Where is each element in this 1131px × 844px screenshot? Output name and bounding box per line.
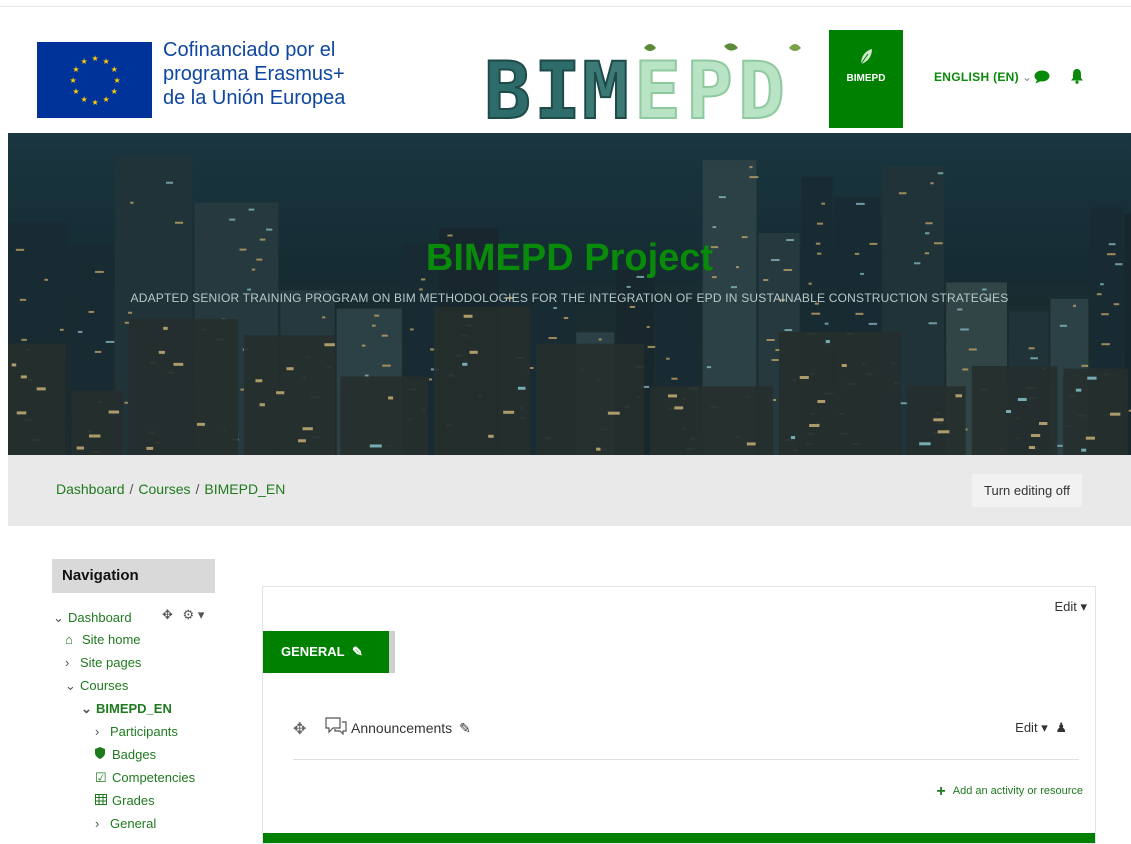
- nav-item-badges[interactable]: Badges: [95, 747, 156, 762]
- svg-text:★: ★: [103, 57, 110, 66]
- svg-text:B: B: [484, 47, 531, 124]
- svg-text:★: ★: [81, 57, 88, 66]
- bell-icon[interactable]: [1070, 68, 1084, 89]
- nav-item-site-pages[interactable]: › Site pages: [65, 655, 141, 670]
- activity-row: ✥ Announcements ✎ Edit ▾ ♟: [293, 713, 1079, 760]
- move-icon[interactable]: ✥: [162, 607, 173, 622]
- svg-text:I: I: [534, 47, 581, 124]
- forum-icon: [325, 717, 347, 740]
- svg-text:★: ★: [92, 54, 99, 63]
- section-tab-general[interactable]: GENERAL ✎: [263, 631, 389, 673]
- block-tools: ✥ ⚙ ▾: [162, 607, 204, 623]
- svg-text:★: ★: [92, 98, 99, 107]
- svg-text:P: P: [686, 47, 733, 124]
- svg-text:M: M: [582, 47, 629, 124]
- nav-item-courses[interactable]: ⌄ Courses: [65, 678, 128, 694]
- svg-text:★: ★: [72, 65, 79, 74]
- nav-item-site-home[interactable]: ⌂ Site home: [65, 632, 141, 647]
- svg-text:★: ★: [81, 95, 88, 104]
- hero-title: BIMEPD Project: [425, 237, 714, 279]
- chevron-down-icon: ⌄: [81, 701, 92, 716]
- chevron-right-icon: ›: [95, 816, 100, 831]
- hero-banner: BIMEPD Project ADAPTED SENIOR TRAINING P…: [8, 133, 1131, 455]
- chevron-down-icon: ⌄: [1021, 70, 1033, 84]
- svg-text:★: ★: [111, 65, 118, 74]
- chevron-right-icon: ›: [65, 655, 70, 670]
- table-icon: [95, 793, 107, 808]
- breadcrumb: Dashboard / Courses / BIMEPD_EN: [56, 481, 286, 497]
- nav-item-bimepd-en[interactable]: ⌄ BIMEPD_EN: [81, 701, 172, 717]
- svg-text:★: ★: [103, 95, 110, 104]
- tab-divider: [389, 631, 395, 673]
- turn-editing-off-button[interactable]: Turn editing off: [972, 474, 1082, 507]
- page-header-band: Dashboard / Courses / BIMEPD_EN Turn editing…: [8, 455, 1131, 526]
- course-content-panel: Edit ▾ GENERAL ✎ ✥ Announcements ✎ Edit …: [262, 586, 1096, 844]
- svg-text:★: ★: [72, 87, 79, 96]
- eu-flag-logo: ★ ★ ★ ★ ★ ★ ★ ★ ★ ★ ★ ★: [37, 42, 152, 118]
- pencil-icon[interactable]: ✎: [459, 720, 471, 736]
- plus-icon: +: [936, 783, 946, 800]
- home-icon: ⌂: [65, 632, 73, 647]
- nav-item-competencies[interactable]: ☑ Competencies: [95, 770, 195, 786]
- activity-announcements[interactable]: Announcements ✎: [351, 720, 471, 737]
- gear-icon[interactable]: ⚙: [183, 607, 195, 622]
- svg-text:★: ★: [114, 76, 121, 85]
- chevron-right-icon: ›: [95, 724, 100, 739]
- section-edit-menu[interactable]: Edit ▾: [1054, 599, 1087, 615]
- svg-text:★: ★: [70, 76, 77, 85]
- svg-text:★: ★: [111, 87, 118, 96]
- svg-text:D: D: [738, 47, 785, 124]
- hero-subtitle: ADAPTED SENIOR TRAINING PROGRAM ON BIM M…: [130, 291, 1009, 305]
- breadcrumb-courses[interactable]: Courses: [138, 481, 190, 497]
- caret-down-icon[interactable]: ▾: [198, 607, 205, 622]
- leaf-icon: [829, 48, 903, 71]
- breadcrumb-course[interactable]: BIMEPD_EN: [204, 481, 285, 497]
- chevron-down-icon: ⌄: [65, 678, 76, 693]
- navigation-block-title: Navigation: [52, 559, 215, 593]
- chat-icon[interactable]: [1034, 70, 1050, 89]
- breadcrumb-dashboard[interactable]: Dashboard: [56, 481, 125, 497]
- language-menu[interactable]: ENGLISH (EN) ⌄: [934, 70, 1032, 84]
- shield-icon: [95, 747, 107, 762]
- bimepd-badge-logo[interactable]: BIMEPD: [829, 30, 903, 128]
- nav-item-grades[interactable]: Grades: [95, 793, 155, 808]
- nav-item-general[interactable]: › General: [95, 816, 156, 831]
- bimepd-wordmark-logo[interactable]: B I M E P D: [484, 40, 804, 124]
- user-icon[interactable]: ♟: [1055, 720, 1067, 735]
- chevron-down-icon: ⌄: [53, 610, 64, 625]
- nav-item-participants[interactable]: › Participants: [95, 724, 178, 739]
- caret-down-icon: ▾: [1080, 599, 1087, 614]
- pencil-icon[interactable]: ✎: [352, 644, 363, 659]
- move-icon[interactable]: ✥: [293, 719, 306, 739]
- eu-cofunding-text: Cofinanciado por el programa Erasmus+ de…: [163, 39, 346, 109]
- checkbox-icon: ☑: [95, 770, 107, 785]
- activity-edit-menu[interactable]: Edit ▾ ♟: [1015, 720, 1067, 736]
- add-activity-link[interactable]: + Add an activity or resource: [936, 783, 1083, 801]
- top-divider: [0, 6, 1131, 7]
- svg-text:E: E: [634, 47, 681, 124]
- caret-down-icon: ▾: [1041, 720, 1048, 735]
- nav-item-dashboard[interactable]: ⌄ Dashboard: [53, 610, 132, 626]
